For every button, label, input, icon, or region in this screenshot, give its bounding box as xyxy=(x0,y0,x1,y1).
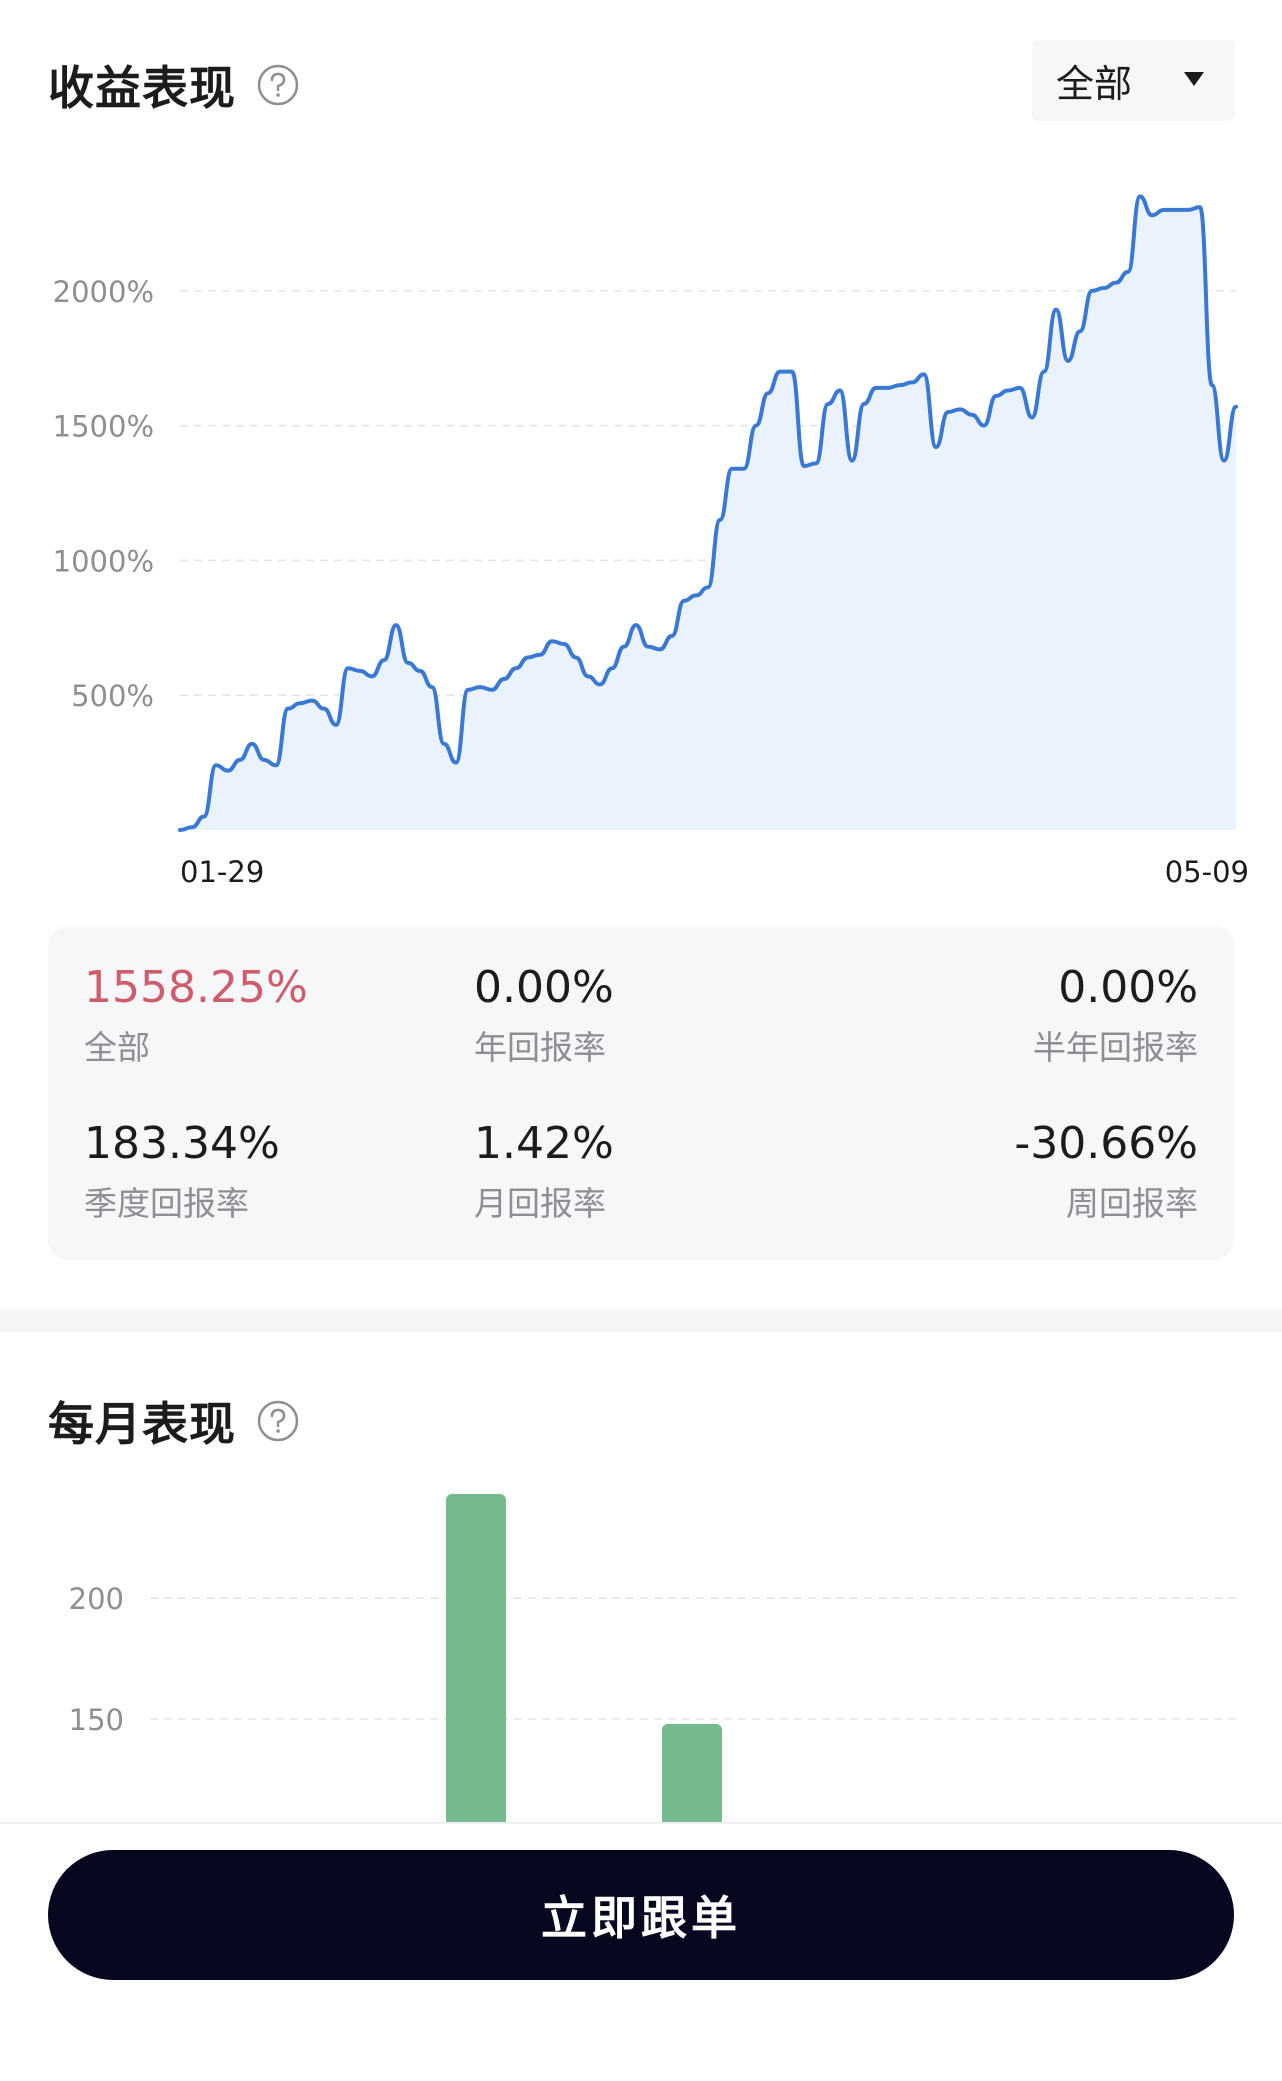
stat-month: 1.42% 月回报率 xyxy=(474,1118,614,1225)
period-select-value: 全部 xyxy=(1056,62,1133,106)
monthly-title: 每月表现 xyxy=(48,1397,236,1451)
stat-quarter-value: 183.34% xyxy=(84,1118,280,1169)
stat-annual: 0.00% 年回报率 xyxy=(474,962,614,1069)
period-select[interactable]: 全部 xyxy=(1032,40,1235,121)
stat-total-label: 全部 xyxy=(84,1028,150,1067)
caret-down-icon xyxy=(1184,72,1204,86)
stat-month-value: 1.42% xyxy=(474,1118,614,1169)
stat-total-value: 1558.25% xyxy=(84,962,308,1013)
stats-panel: 1558.25% 全部 0.00% 年回报率 0.00% 半年回报率 183.3… xyxy=(48,926,1234,1260)
stat-total: 1558.25% 全部 xyxy=(84,962,308,1069)
returns-header: 收益表现 xyxy=(48,52,300,118)
returns-chart: 500% 1000% 1500% 2000% 01-29 05-09 xyxy=(53,194,1249,889)
bottom-action-bar: 立即跟单 xyxy=(0,1822,1282,2081)
monthly-bar xyxy=(446,1493,506,1830)
returns-title: 收益表现 xyxy=(48,61,236,115)
follow-now-button[interactable]: 立即跟单 xyxy=(48,1850,1234,1980)
stat-half-year-label: 半年回报率 xyxy=(1033,1028,1198,1067)
x-tick-label: 01-29 xyxy=(180,855,264,889)
help-icon[interactable] xyxy=(256,63,300,107)
stat-week-label: 周回报率 xyxy=(1066,1184,1198,1223)
y-tick-label: 150 xyxy=(69,1703,124,1737)
help-icon[interactable] xyxy=(256,1399,300,1443)
stat-half-year-value: 0.00% xyxy=(1058,962,1198,1013)
stat-annual-value: 0.00% xyxy=(474,962,614,1013)
monthly-bar xyxy=(662,1723,722,1830)
y-tick-label: 500% xyxy=(71,679,154,713)
stat-quarter-label: 季度回报率 xyxy=(84,1184,249,1223)
x-tick-label: 05-09 xyxy=(1165,855,1249,889)
monthly-chart: 150 200 xyxy=(69,1493,1236,1830)
stat-annual-label: 年回报率 xyxy=(474,1028,606,1067)
y-tick-label: 1500% xyxy=(53,410,154,444)
y-tick-label: 200 xyxy=(69,1582,124,1616)
y-tick-label: 1000% xyxy=(53,544,154,578)
stat-quarter: 183.34% 季度回报率 xyxy=(84,1118,280,1225)
stat-half-year: 0.00% 半年回报率 xyxy=(1033,962,1198,1069)
section-divider xyxy=(0,1310,1282,1332)
y-tick-label: 2000% xyxy=(53,275,154,309)
monthly-header: 每月表现 xyxy=(48,1388,300,1454)
stat-month-label: 月回报率 xyxy=(474,1184,606,1223)
stat-week: -30.66% 周回报率 xyxy=(1014,1118,1198,1225)
stat-week-value: -30.66% xyxy=(1014,1118,1198,1169)
